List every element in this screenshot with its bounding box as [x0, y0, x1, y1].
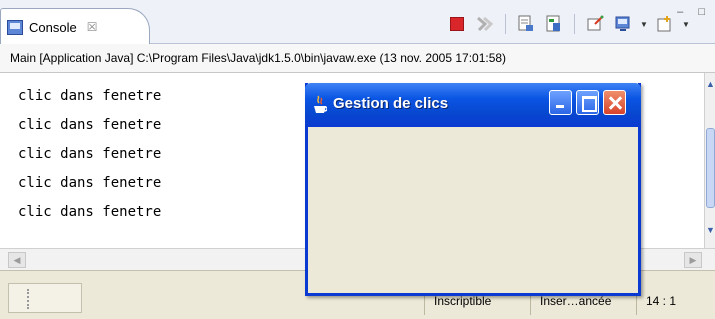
- scroll-up-icon[interactable]: ▲: [705, 79, 715, 89]
- toolbar-separator: [574, 14, 575, 34]
- display-console-icon: [615, 16, 630, 31]
- scroll-down-icon[interactable]: ▼: [705, 225, 715, 235]
- scroll-right-icon[interactable]: ▶: [684, 252, 702, 268]
- maximize-button[interactable]: [576, 90, 599, 115]
- window-titlebar[interactable]: Gestion de clics: [305, 83, 641, 127]
- view-window-controls[interactable]: – □: [677, 6, 711, 18]
- remove-launches-icon: [477, 16, 494, 32]
- console-tab[interactable]: Console ☒: [0, 8, 150, 45]
- clear-console-icon: [518, 15, 533, 31]
- vertical-scrollbar[interactable]: ▲ ▼: [704, 73, 715, 248]
- console-icon: [7, 19, 23, 35]
- open-console-icon: [657, 16, 671, 32]
- terminate-button[interactable]: [446, 13, 468, 35]
- pin-console-button[interactable]: [584, 13, 606, 35]
- close-tab-icon[interactable]: ☒: [87, 20, 98, 34]
- clear-console-button[interactable]: [515, 13, 537, 35]
- display-console-dropdown-icon[interactable]: ▼: [640, 20, 648, 29]
- java-cup-icon: [314, 95, 327, 113]
- console-toolbar: ▼ ▼: [446, 10, 690, 38]
- display-console-button[interactable]: [612, 13, 634, 35]
- status-cursor-position: 14 : 1: [636, 285, 715, 315]
- open-console-dropdown-icon[interactable]: ▼: [682, 20, 690, 29]
- console-view-tabbar: Console ☒ ▼ ▼ – □: [0, 0, 715, 45]
- launch-info: Main [Application Java] C:\Program Files…: [0, 44, 715, 73]
- toolbar-separator: [505, 14, 506, 34]
- pin-console-icon: [587, 15, 604, 31]
- window-title: Gestion de clics: [333, 95, 449, 112]
- scroll-lock-icon: [546, 15, 560, 32]
- close-button[interactable]: [603, 90, 626, 115]
- scroll-left-icon[interactable]: ◀: [8, 252, 26, 268]
- vertical-scroll-thumb[interactable]: [706, 128, 715, 208]
- console-tab-label: Console: [29, 19, 77, 35]
- click-area[interactable]: [308, 127, 638, 293]
- minimize-button[interactable]: [549, 90, 572, 115]
- gestion-de-clics-window[interactable]: Gestion de clics: [305, 83, 641, 296]
- terminate-icon: [450, 17, 464, 31]
- status-grip: [8, 283, 82, 313]
- remove-launches-button[interactable]: [474, 13, 496, 35]
- open-console-button[interactable]: [654, 13, 676, 35]
- scroll-lock-button[interactable]: [543, 13, 565, 35]
